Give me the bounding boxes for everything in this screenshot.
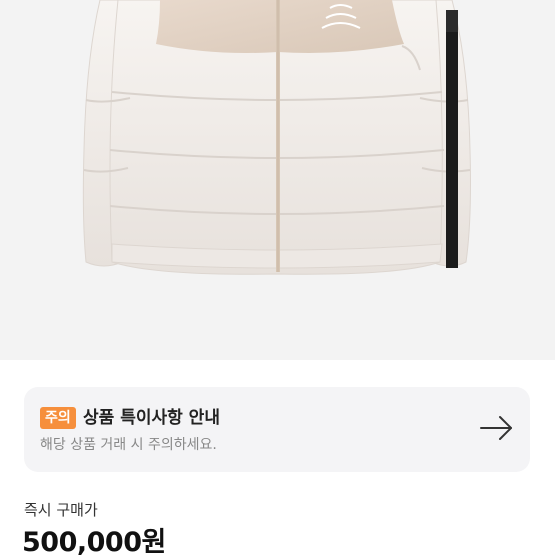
product-notice-card[interactable]: 주의 상품 특이사항 안내 해당 상품 거래 시 주의하세요. <box>24 387 530 472</box>
notice-title: 상품 특이사항 안내 <box>83 408 220 428</box>
instant-buy-price-label: 즉시 구매가 <box>24 501 98 519</box>
notice-subtitle: 해당 상품 거래 시 주의하세요. <box>40 437 217 453</box>
caution-badge: 주의 <box>40 407 76 429</box>
puffer-jacket-photo <box>82 0 471 275</box>
product-image[interactable] <box>0 0 555 360</box>
arrow-right-icon[interactable] <box>478 413 516 443</box>
section-spacer <box>0 360 555 380</box>
